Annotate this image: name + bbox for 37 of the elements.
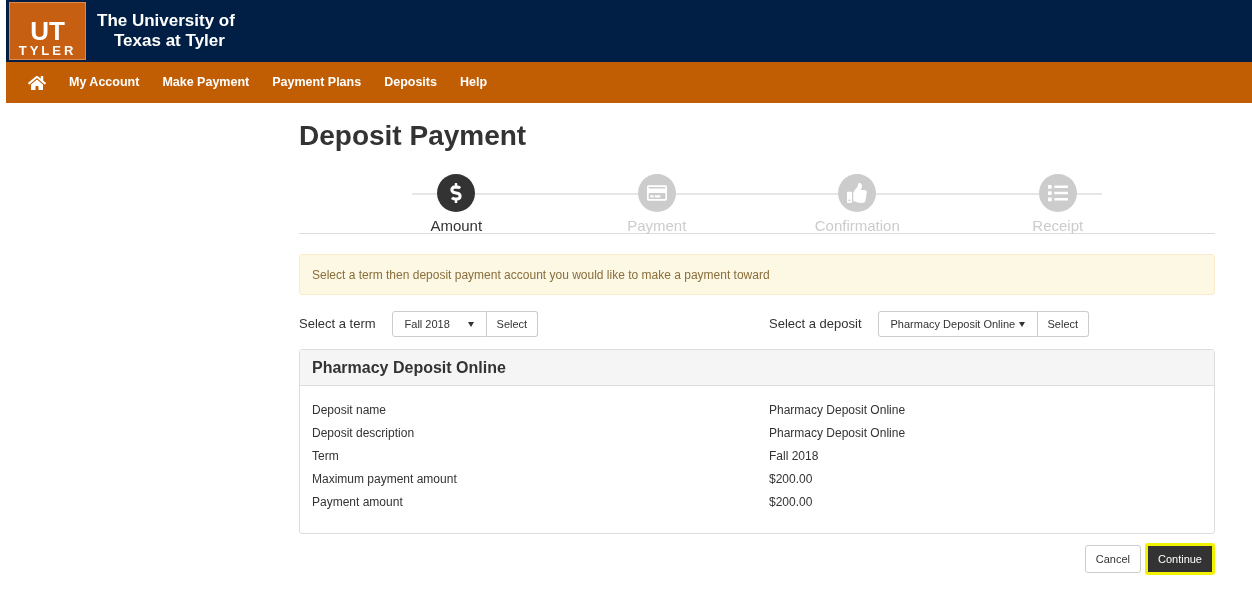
site-title: The University of Texas at Tyler <box>97 11 235 51</box>
detail-label: Deposit name <box>312 401 388 419</box>
dropdown-value: Pharmacy Deposit Online <box>890 316 1016 332</box>
nav-link[interactable]: Deposits <box>384 73 437 92</box>
nav-link[interactable]: Make Payment <box>162 73 250 92</box>
step-label: Amount <box>430 216 483 236</box>
detail-value: Pharmacy Deposit Online <box>769 401 906 419</box>
nav-link[interactable]: Payment Plans <box>272 73 362 92</box>
detail-value: $200.00 <box>769 493 813 511</box>
dropdown[interactable]: Pharmacy Deposit Online <box>877 311 1038 337</box>
detail-label: Term <box>312 447 340 465</box>
logo: UT TYLER <box>9 2 86 60</box>
page-title: Deposit Payment <box>299 119 528 153</box>
caret-icon <box>467 321 474 327</box>
continue-button[interactable]: Continue <box>1144 543 1215 575</box>
select-label: Select a deposit <box>769 315 862 334</box>
select-button[interactable]: Select <box>486 311 539 337</box>
select-label: Select a term <box>299 315 376 334</box>
select-button[interactable]: Select <box>1037 311 1090 337</box>
dropdown[interactable]: Fall 2018 <box>391 311 487 337</box>
home-icon[interactable] <box>28 74 46 91</box>
thumbs-up-icon <box>847 183 868 203</box>
info-alert: Select a term then deposit payment account you would like to make a payment toward <box>299 254 1215 295</box>
panel-heading: Pharmacy Deposit Online <box>300 350 1214 386</box>
dropdown-value: Fall 2018 <box>404 316 450 332</box>
detail-value: Fall 2018 <box>769 447 819 465</box>
list-icon <box>1047 183 1068 203</box>
detail-label: Deposit description <box>312 424 416 442</box>
credit-card-icon <box>646 183 667 203</box>
nav-link[interactable]: Help <box>459 73 488 92</box>
caret-icon <box>1018 321 1025 327</box>
cancel-button[interactable]: Cancel <box>1084 545 1141 573</box>
detail-value: Pharmacy Deposit Online <box>769 424 906 442</box>
detail-value: $200.00 <box>769 470 813 488</box>
detail-label: Payment amount <box>312 493 404 511</box>
detail-label: Maximum payment amount <box>312 470 458 488</box>
nav-link[interactable]: My Account <box>69 73 140 92</box>
